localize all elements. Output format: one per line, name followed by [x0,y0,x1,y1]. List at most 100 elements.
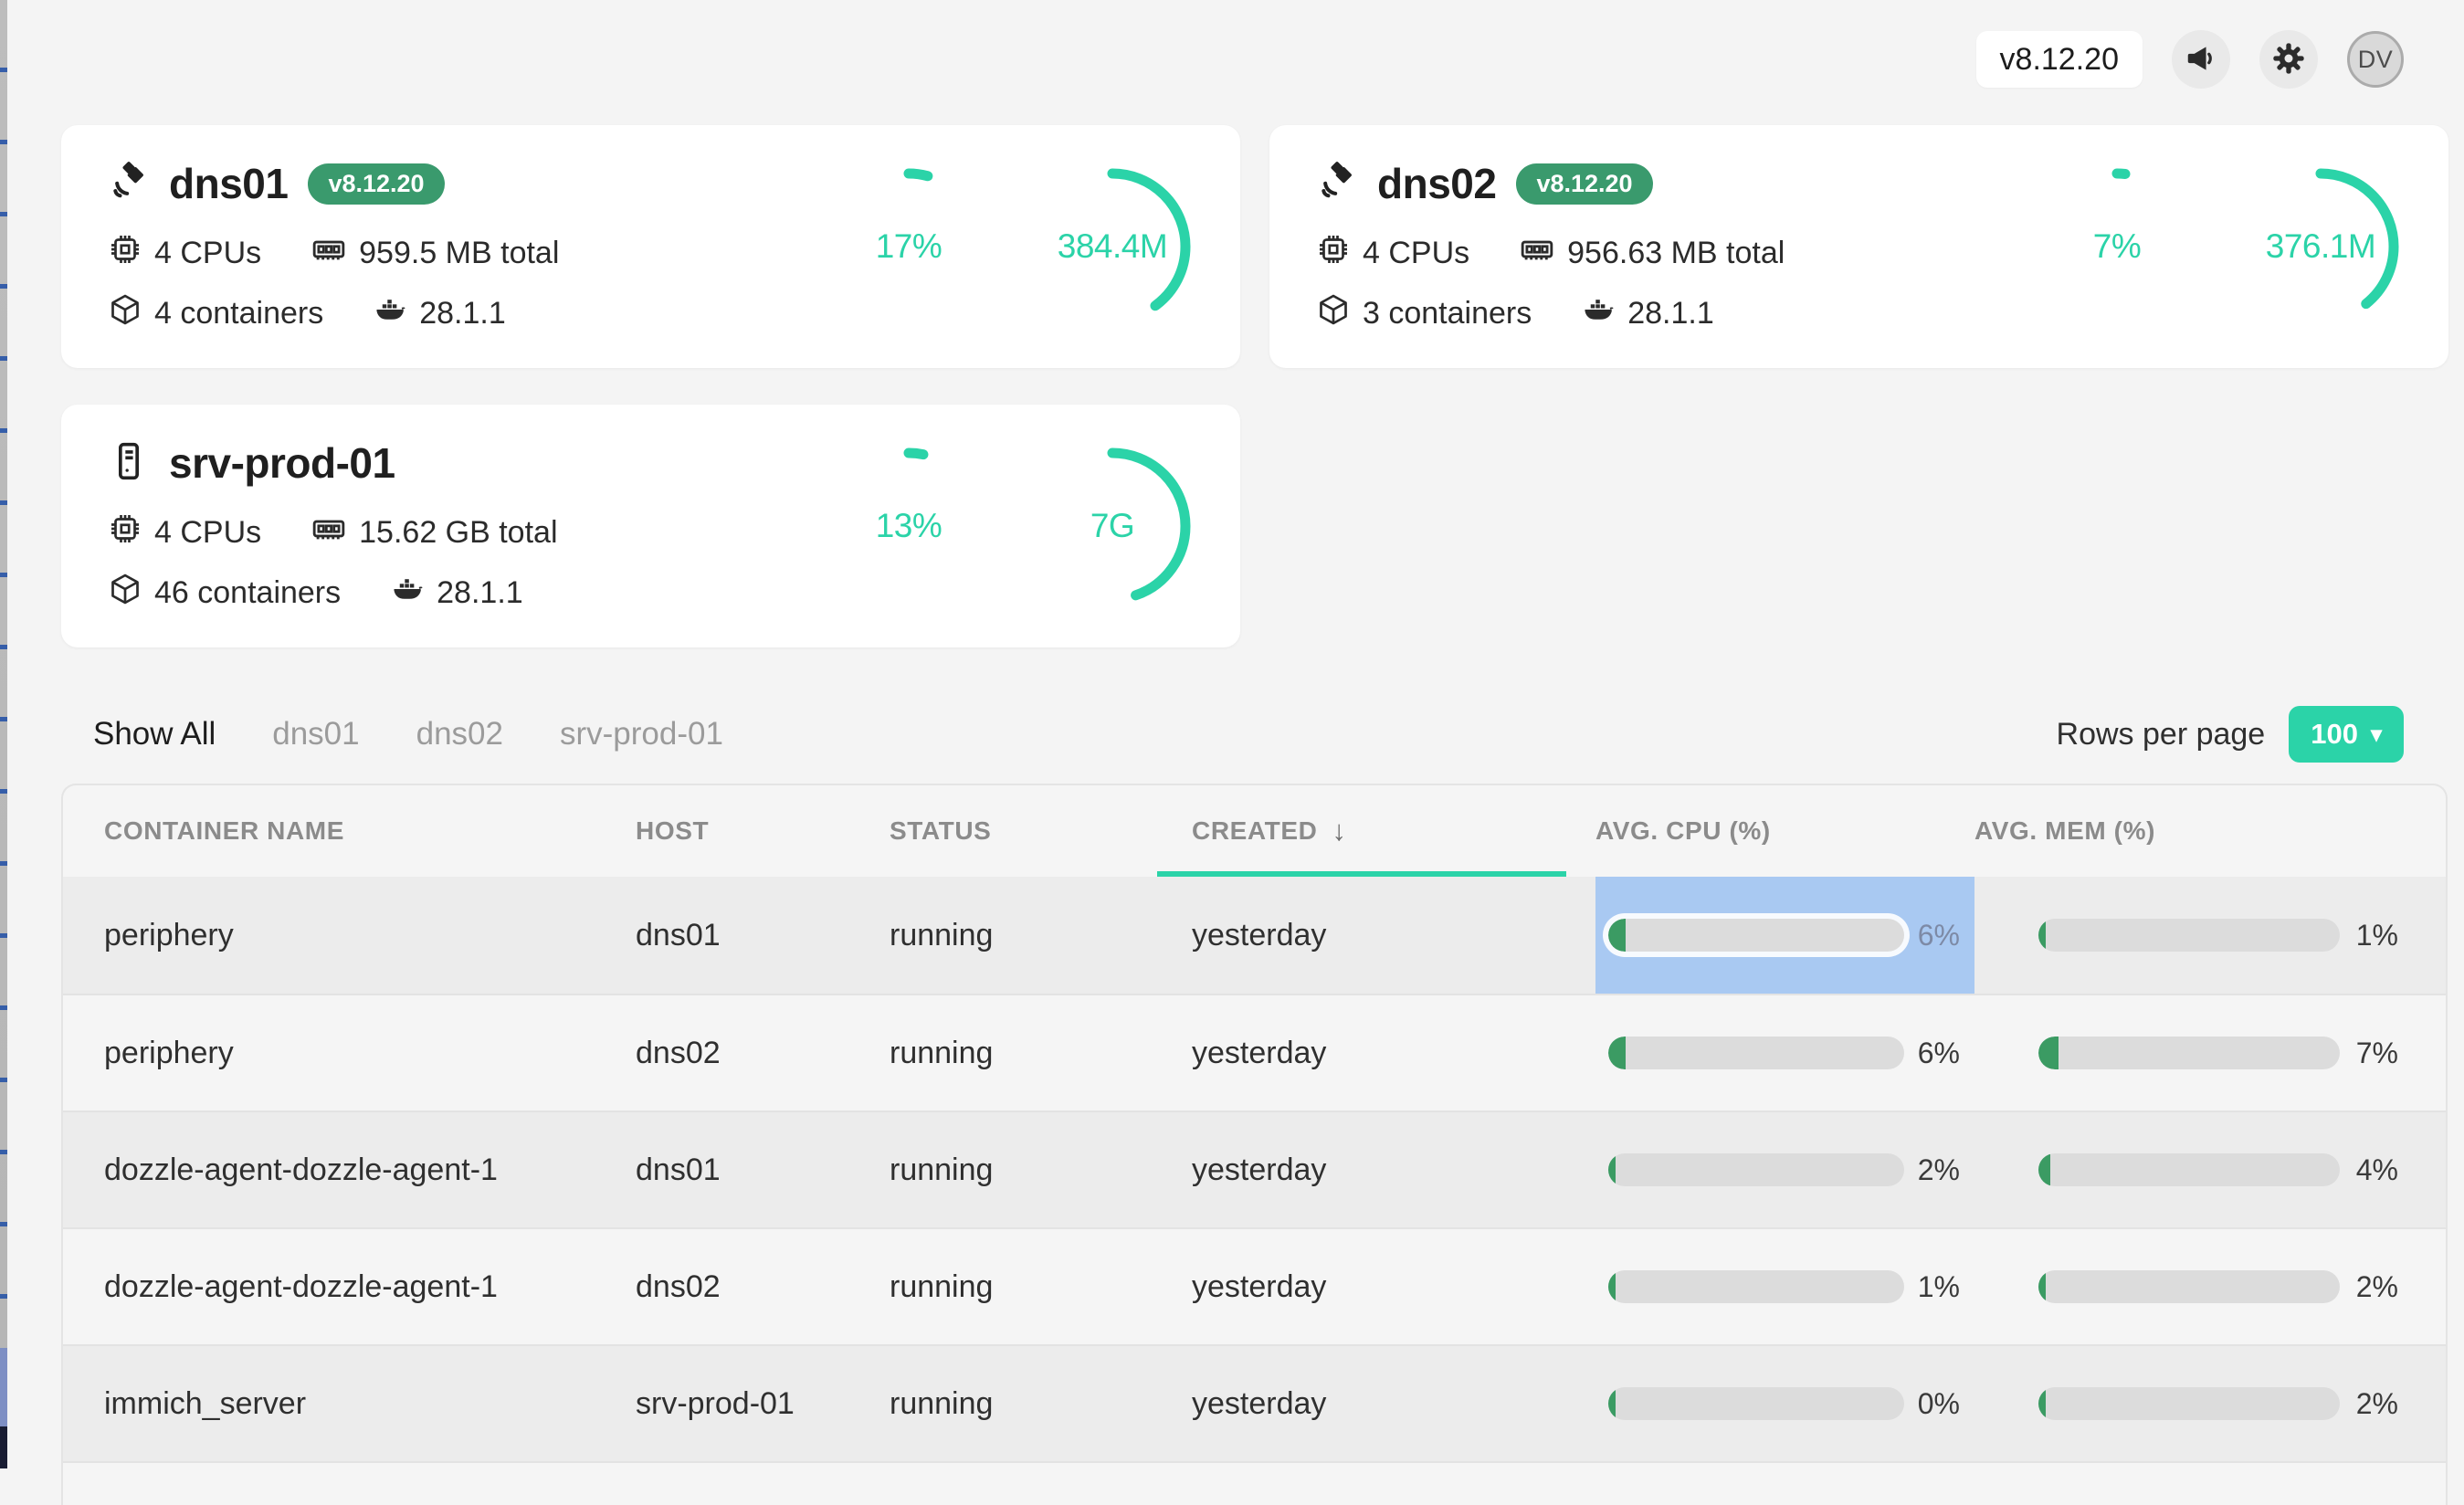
avg-cpu-cell: 0% [1595,1346,1974,1461]
column-avg-cpu[interactable]: AVG. CPU (%) [1595,785,1974,877]
table-header: CONTAINER NAME HOST STATUS CREATED ↓ AVG… [63,785,2446,877]
memory-gauge: 384.4M [1030,164,1195,329]
table-row[interactable]: periphery dns02 running yesterday 6% 7% [63,994,2446,1110]
docker-whale-icon [374,293,406,334]
container-host: dns01 [636,918,890,953]
user-avatar[interactable]: DV [2347,31,2404,88]
app-version-pill: v8.12.20 [1976,31,2143,88]
topbar: v8.12.20 [7,0,2464,91]
cpu-percent: 1% [1918,1270,1960,1304]
memory-gauge: 7G [1030,444,1195,608]
container-created: yesterday [1157,1152,1595,1188]
cpu-gauge-value: 7% [2035,164,2199,329]
table-row[interactable]: periphery dns01 running yesterday 6% 1% [63,877,2446,994]
cpu-progress-bar [1608,1387,1904,1420]
avg-cpu-cell: 6% [1595,877,1974,994]
cpu-chip-icon [1317,233,1350,274]
memory-gauge-value: 376.1M [2238,164,2403,329]
container-status: running [890,1269,1157,1305]
sort-active-underline [1157,871,1566,877]
avg-cpu-cell: 6% [1595,995,1974,1110]
container-host: dns02 [636,1269,890,1305]
tab-srv-prod-01[interactable]: srv-prod-01 [560,716,723,752]
table-toolbar: Show All dns01 dns02 srv-prod-01 Rows pe… [7,647,2464,763]
host-cards: dns01 v8.12.20 4 CPUs [7,91,2464,647]
gear-icon [2270,40,2307,79]
column-created[interactable]: CREATED ↓ [1157,785,1595,877]
docker-whale-icon [1582,293,1615,334]
host-card-srv-prod-01[interactable]: srv-prod-01 4 CPUs [61,405,1240,647]
mem-percent: 2% [2356,1270,2398,1304]
satellite-icon [1317,162,1357,206]
column-status[interactable]: STATUS [890,785,1157,877]
cpu-percent: 0% [1918,1387,1960,1421]
next-row-sliver [63,1461,2446,1498]
container-status: running [890,1036,1157,1071]
host-card-dns01[interactable]: dns01 v8.12.20 4 CPUs [61,125,1240,368]
cpu-progress-bar [1608,1153,1904,1186]
tab-show-all[interactable]: Show All [93,716,216,752]
cpu-spec: 4 CPUs [1317,233,1469,274]
column-host[interactable]: HOST [636,785,890,877]
column-avg-mem[interactable]: AVG. MEM (%) [1974,785,2446,877]
cpu-spec: 4 CPUs [109,233,261,274]
container-name: periphery [63,1036,636,1071]
cpu-progress-bar [1608,1270,1904,1303]
docker-version-spec: 28.1.1 [374,293,506,334]
avg-mem-cell: 1% [1974,877,2446,994]
host-name: srv-prod-01 [169,438,395,488]
containers-spec: 4 containers [109,293,323,334]
memory-gauge-value: 7G [1030,444,1195,608]
host-card-dns02[interactable]: dns02 v8.12.20 4 CPUs [1269,125,2448,368]
mem-progress-bar [2038,1037,2340,1069]
container-cube-icon [109,293,142,334]
cpu-chip-icon [109,512,142,553]
mem-progress-bar [2038,1387,2340,1420]
cpu-gauge-value: 17% [827,164,991,329]
agent-version-badge: v8.12.20 [308,163,444,205]
container-name: dozzle-agent-dozzle-agent-1 [63,1269,636,1305]
settings-button[interactable] [2259,30,2318,89]
table-row[interactable]: immich_server srv-prod-01 running yester… [63,1344,2446,1461]
rows-per-page: Rows per page 100 ▾ [2057,706,2404,763]
container-host: srv-prod-01 [636,1386,890,1422]
ram-icon [311,511,346,554]
cpu-gauge-value: 13% [827,444,991,608]
container-created: yesterday [1157,918,1595,953]
container-created: yesterday [1157,1386,1595,1422]
tab-dns02[interactable]: dns02 [416,716,503,752]
avg-cpu-cell: 2% [1595,1112,1974,1227]
cpu-gauge: 13% [827,444,991,608]
rows-per-page-select[interactable]: 100 ▾ [2289,706,2404,763]
container-status: running [890,1386,1157,1422]
table-row[interactable]: dozzle-agent-dozzle-agent-1 dns02 runnin… [63,1227,2446,1344]
tab-dns01[interactable]: dns01 [272,716,359,752]
satellite-icon [109,162,149,206]
mem-percent: 4% [2356,1153,2398,1187]
cpu-percent: 6% [1918,919,1960,952]
mem-percent: 2% [2356,1387,2398,1421]
containers-spec: 3 containers [1317,293,1532,334]
ram-icon [1520,232,1554,275]
cpu-percent: 6% [1918,1037,1960,1070]
column-container-name[interactable]: CONTAINER NAME [63,785,636,877]
mem-progress-bar [2038,1270,2340,1303]
avg-mem-cell: 4% [1974,1112,2446,1227]
container-name: dozzle-agent-dozzle-agent-1 [63,1152,636,1188]
docker-version-spec: 28.1.1 [391,573,523,614]
memory-spec: 959.5 MB total [311,232,559,275]
avg-mem-cell: 2% [1974,1229,2446,1344]
agent-version-badge: v8.12.20 [1516,163,1652,205]
host-filter-tabs: Show All dns01 dns02 srv-prod-01 [93,716,723,752]
cpu-percent: 2% [1918,1153,1960,1187]
mem-progress-bar [2038,1153,2340,1186]
host-name: dns01 [169,159,288,208]
announcements-button[interactable] [2172,30,2230,89]
cpu-progress-bar [1608,919,1904,952]
cpu-spec: 4 CPUs [109,512,261,553]
cpu-progress-bar [1608,1037,1904,1069]
rows-per-page-label: Rows per page [2057,717,2266,752]
containers-spec: 46 containers [109,573,341,614]
table-row[interactable]: dozzle-agent-dozzle-agent-1 dns01 runnin… [63,1110,2446,1227]
container-cube-icon [109,573,142,614]
